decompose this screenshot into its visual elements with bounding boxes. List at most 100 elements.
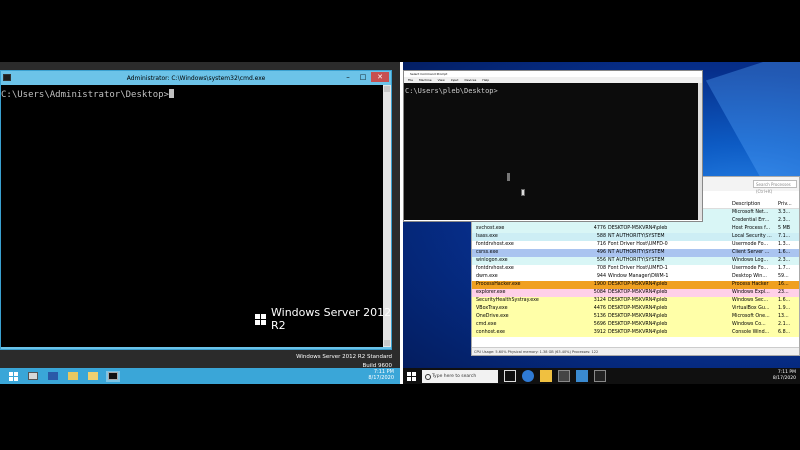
process-row[interactable]: SecurityHealthSystray.exe 3124 DESKTOP-M5K…	[472, 297, 799, 305]
process-name: cmd.exe	[476, 322, 497, 327]
process-row[interactable]: fontdrvhost.exe 716 Font Driver Host\UMFD-…	[472, 241, 799, 249]
maximize-button[interactable]: □	[356, 72, 370, 82]
minimize-button[interactable]: –	[341, 72, 355, 82]
process-user: Window Manager\DWM-1	[608, 274, 669, 279]
process-row[interactable]: VBoxTray.exe 4476 DESKTOP-M5KVRN4\pleb Virt…	[472, 305, 799, 313]
process-row[interactable]: lsass.exe 588 NT AUTHORITY\SYSTEM Local Sec…	[472, 233, 799, 241]
cmd2-prompt: C:\Users\pleb\Desktop>	[405, 87, 498, 95]
win10-taskbar: Type here to search 7:11 PM 8/17/2020	[403, 368, 800, 384]
process-pid: 556	[596, 258, 606, 263]
process-row[interactable]: ProcessHacker.exe 1900 DESKTOP-M5KVRN4\ple…	[472, 281, 799, 289]
process-pid: 588	[596, 234, 606, 239]
process-user: Font Driver Host\UMFD-1	[608, 266, 668, 271]
process-private-bytes: 1.9...	[778, 306, 791, 311]
task-view-icon[interactable]	[504, 370, 516, 382]
process-private-bytes: 5 MB	[778, 226, 791, 231]
taskbar-search-input[interactable]: Type here to search	[422, 369, 498, 383]
cmd2-console[interactable]: C:\Users\pleb\Desktop>	[404, 83, 698, 220]
windows-server-desktop: Administrator: C:\Windows\system32\cmd.e…	[0, 62, 400, 384]
process-name: lsass.exe	[476, 234, 498, 239]
process-name: OneDrive.exe	[476, 314, 509, 319]
scroll-up-icon[interactable]	[384, 86, 390, 92]
store-icon[interactable]	[558, 370, 570, 382]
process-description: Usermode Fo...	[732, 266, 768, 271]
edge-icon[interactable]	[522, 370, 534, 382]
process-pid: 5084	[593, 290, 606, 295]
clock-date: 8/17/2020	[368, 375, 394, 381]
server-manager-icon[interactable]	[26, 371, 40, 382]
process-private-bytes: 23...	[778, 290, 789, 295]
process-name: VBoxTray.exe	[476, 306, 508, 311]
cmd-title-bar[interactable]: Administrator: C:\Windows\system32\cmd.e…	[1, 71, 391, 85]
process-description: Console Wind...	[732, 330, 770, 335]
process-description: VirtualBox Gu...	[732, 306, 770, 311]
process-name: fontdrvhost.exe	[476, 266, 514, 271]
process-private-bytes: 1.7...	[778, 266, 791, 271]
process-user: DESKTOP-M5KVRN4\pleb	[608, 330, 668, 335]
start-icon[interactable]	[407, 371, 416, 381]
process-description: Windows Log...	[732, 258, 769, 263]
process-user: DESKTOP-M5KVRN4\pleb	[608, 314, 668, 319]
close-button[interactable]: ✕	[371, 72, 389, 82]
process-pid: 3124	[593, 298, 606, 303]
process-pid: 1900	[593, 282, 606, 287]
process-row[interactable]: csrss.exe 496 NT AUTHORITY\SYSTEM Client Se…	[472, 249, 799, 257]
win10-clock[interactable]: 7:11 PM 8/17/2020	[773, 370, 796, 382]
process-hacker-taskbar-icon[interactable]	[576, 370, 588, 382]
file-explorer-icon[interactable]	[540, 370, 552, 382]
process-name: svchost.exe	[476, 226, 505, 231]
process-user: DESKTOP-M5KVRN4\pleb	[608, 226, 668, 231]
dual-vm-screen: Administrator: C:\Windows\system32\cmd.e…	[0, 0, 800, 450]
process-pid: 4776	[593, 226, 606, 231]
process-private-bytes: 13...	[778, 314, 789, 319]
process-search-input[interactable]: Search Processes (Ctrl+K)	[753, 180, 797, 194]
column-description[interactable]: Description	[732, 201, 760, 207]
process-description: Windows Sec...	[732, 298, 769, 303]
cmd-prompt: C:\Users\Administrator\Desktop>	[1, 90, 169, 100]
windows-server-branding: Windows Server 2012 R2	[255, 306, 400, 332]
folder-icon[interactable]	[86, 371, 100, 382]
start-button[interactable]	[6, 371, 20, 382]
cmd-taskbar-icon[interactable]	[106, 370, 120, 382]
process-description: Microsoft Net...	[732, 210, 769, 215]
process-row[interactable]: winlogon.exe 556 NT AUTHORITY\SYSTEM Window…	[472, 257, 799, 265]
process-private-bytes: 7.1...	[778, 234, 791, 239]
process-description: Desktop Win...	[732, 274, 767, 279]
process-hacker-status: CPU Usage: 5.60% Physical memory: 1.38 G…	[472, 347, 799, 355]
powershell-icon[interactable]	[46, 371, 60, 382]
explorer-icon[interactable]	[66, 371, 80, 382]
process-private-bytes: 2.3...	[778, 258, 791, 263]
process-name: dwm.exe	[476, 274, 498, 279]
process-pid: 716	[596, 242, 606, 247]
process-private-bytes: 1.3...	[778, 242, 791, 247]
process-pid: 3912	[593, 330, 606, 335]
process-row[interactable]: conhost.exe 3912 DESKTOP-M5KVRN4\pleb Conso…	[472, 329, 799, 337]
process-row[interactable]: fontdrvhost.exe 708 Font Driver Host\UMFD-…	[472, 265, 799, 273]
taskbar-clock[interactable]: 7:11 PM 8/17/2020	[368, 369, 394, 381]
process-user: Font Driver Host\UMFD-0	[608, 242, 668, 247]
process-description: Host Process f...	[732, 226, 771, 231]
process-name: explorer.exe	[476, 290, 506, 295]
process-row[interactable]: OneDrive.exe 5136 DESKTOP-M5KVRN4\pleb Micr…	[472, 313, 799, 321]
process-row[interactable]: svchost.exe 4776 DESKTOP-M5KVRN4\pleb Host …	[472, 225, 799, 233]
text-select-cursor-icon	[507, 173, 510, 181]
cmd-taskbar-icon[interactable]	[594, 370, 606, 382]
scroll-down-icon[interactable]	[384, 340, 390, 346]
process-row[interactable]: explorer.exe 5084 DESKTOP-M5KVRN4\pleb Wind…	[472, 289, 799, 297]
process-description: Windows Expl...	[732, 290, 770, 295]
process-user: DESKTOP-M5KVRN4\pleb	[608, 282, 668, 287]
process-row[interactable]: cmd.exe 5696 DESKTOP-M5KVRN4\pleb Windows C…	[472, 321, 799, 329]
cmd2-scrollbar[interactable]	[698, 83, 702, 220]
process-private-bytes: 59...	[778, 274, 789, 279]
process-pid: 4476	[593, 306, 606, 311]
process-private-bytes: 2.3...	[778, 218, 791, 223]
process-row[interactable]: dwm.exe 944 Window Manager\DWM-1 Desktop Wi…	[472, 273, 799, 281]
mouse-pointer-icon	[521, 189, 525, 196]
pleb-cmd-window[interactable]: Select Command Prompt File Machine View Inp…	[403, 70, 703, 222]
process-name: winlogon.exe	[476, 258, 508, 263]
process-description: Process Hacker	[732, 282, 769, 287]
column-private[interactable]: Priv...	[778, 201, 792, 207]
process-name: csrss.exe	[476, 250, 499, 255]
process-pid: 5136	[593, 314, 606, 319]
process-description: Client Server ...	[732, 250, 770, 255]
